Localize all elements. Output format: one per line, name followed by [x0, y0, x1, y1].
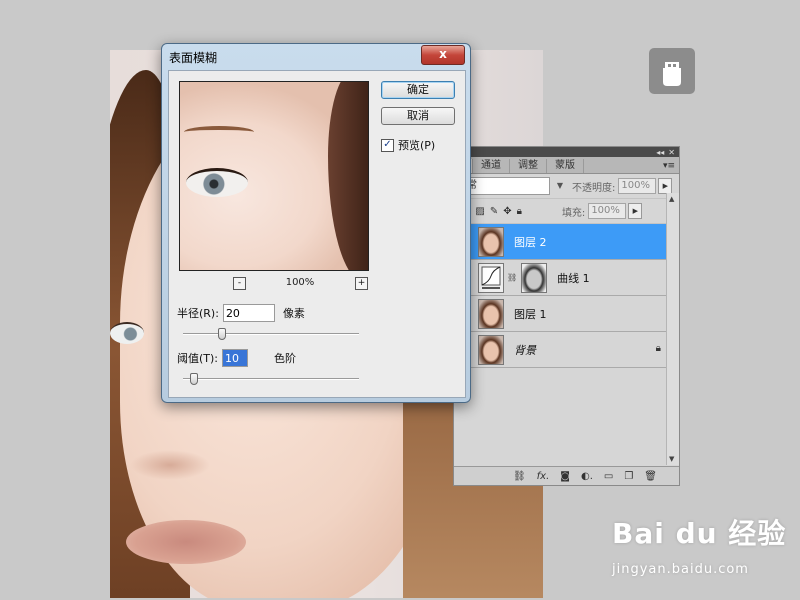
watermark-brand: Bai du 经验 [612, 517, 787, 550]
layer-row-background[interactable]: 背景 🔒︎ [454, 332, 679, 368]
preview-hair [328, 82, 368, 270]
layer-thumbnail [478, 334, 504, 365]
photo-lips [126, 520, 246, 564]
preview-checkbox[interactable]: ✓ 预览(P) [381, 137, 435, 153]
mask-icon[interactable]: ◙ [560, 471, 570, 482]
threshold-unit: 色阶 [274, 352, 297, 365]
layers-toolbar: ⛓ fx. ◙ ◐. ▭ ❐ 🗑︎ [454, 466, 679, 485]
cancel-button[interactable]: 取消 [381, 107, 455, 125]
radius-unit: 像素 [282, 307, 305, 320]
fill-arrow-icon[interactable]: ▶ [628, 203, 643, 219]
layers-scrollbar[interactable]: ▲ ▼ [666, 193, 679, 465]
usb-drive-icon[interactable] [649, 48, 695, 94]
layer-thumbnail [478, 226, 504, 257]
radius-slider[interactable] [183, 328, 359, 340]
tab-channels[interactable]: 通道 [473, 159, 510, 173]
opacity-label: 不透明度: [572, 182, 616, 194]
panel-tabs: 层 通道 调整 蒙版 ▾≡ [454, 157, 679, 174]
layer-name: 曲线 1 [557, 271, 590, 285]
baidu-watermark: Bai du 经验 jingyan.baidu.com [612, 512, 787, 577]
tab-masks[interactable]: 蒙版 [547, 159, 584, 173]
preview-pane[interactable] [179, 81, 369, 271]
radius-field: 半径(R): 像素 [177, 303, 305, 323]
ok-button[interactable]: 确定 [381, 81, 455, 99]
panel-header-bar: ◂◂ ✕ [454, 147, 679, 157]
dialog-titlebar[interactable]: 表面模糊 x [162, 44, 470, 68]
photo-nose-shadow [130, 450, 210, 480]
adjustment-icon[interactable]: ◐. [581, 471, 593, 482]
layer-name: 图层 1 [514, 307, 547, 321]
fill-label: 填充: [561, 207, 586, 219]
threshold-slider[interactable] [183, 373, 359, 385]
slider-track [183, 378, 359, 380]
layer-row-curves1[interactable]: ⛓ 曲线 1 [454, 260, 679, 296]
checkmark-icon[interactable]: ✓ [381, 138, 394, 152]
layer-name: 背景 [514, 343, 536, 357]
close-button[interactable]: x [421, 45, 465, 65]
fx-icon[interactable]: fx. [537, 471, 550, 482]
lock-all-icon[interactable]: 🔒︎ [517, 206, 522, 217]
threshold-label: 阈值(T): [177, 352, 219, 365]
chevron-down-icon: ▼ [556, 181, 563, 190]
zoom-value: 100% [285, 277, 315, 288]
threshold-field: 阈值(T): 色阶 [177, 348, 296, 368]
chain-icon[interactable]: ⛓ [507, 273, 517, 282]
zoom-out-button[interactable]: - [233, 277, 246, 290]
lock-row: 定: ▨ ✎ ✥ 🔒︎ 填充: 100% ▶ [454, 199, 679, 224]
lock-position-icon[interactable]: ✥ [503, 206, 511, 217]
dialog-body: - 100% + 确定 取消 ✓ 预览(P) 半径(R): 像素 阈值(T): … [168, 70, 466, 398]
lock-pixels-icon[interactable]: ✎ [490, 206, 498, 217]
layer-name: 图层 2 [514, 235, 547, 249]
lock-icon: 🔒︎ [655, 343, 661, 354]
preview-label: 预览(P) [398, 139, 436, 152]
scroll-down-icon[interactable]: ▼ [669, 455, 674, 463]
trash-icon[interactable]: 🗑︎ [644, 471, 657, 482]
photo-eye [110, 322, 144, 344]
collapse-icon[interactable]: ◂◂ [656, 148, 664, 157]
radius-slider-thumb[interactable] [218, 328, 227, 340]
layer-row-layer2[interactable]: 图层 2 [454, 224, 679, 260]
new-layer-icon[interactable]: ❐ [624, 471, 633, 482]
blend-row: 常 ▼ 不透明度: 100% ▶ [454, 174, 679, 199]
threshold-input[interactable] [222, 349, 249, 367]
preview-eye [186, 168, 248, 197]
blend-mode-select[interactable]: 常 ▼ [464, 177, 563, 195]
preview-brow [184, 126, 254, 138]
tab-adjustments[interactable]: 调整 [510, 159, 547, 173]
slider-track [183, 333, 359, 335]
surface-blur-dialog: 表面模糊 x - 100% + 确定 取消 ✓ 预览(P) 半径(R): 像素 [161, 43, 471, 403]
lock-transparency-icon[interactable]: ▨ [475, 206, 484, 217]
watermark-url: jingyan.baidu.com [612, 562, 749, 577]
opacity-arrow-icon[interactable]: ▶ [658, 178, 673, 194]
layer-row-layer1[interactable]: 图层 1 [454, 296, 679, 332]
opacity-input[interactable]: 100% [618, 178, 657, 194]
close-icon[interactable]: ✕ [668, 148, 675, 157]
layer-thumbnail [478, 298, 504, 329]
radius-input[interactable] [222, 304, 275, 322]
scroll-up-icon[interactable]: ▲ [669, 195, 674, 203]
layer-list: 图层 2 ⛓ 曲线 1 图层 1 背景 🔒︎ [454, 224, 679, 368]
layer-mask-thumbnail[interactable] [521, 262, 548, 293]
curves-adjustment-icon [478, 262, 504, 293]
zoom-in-button[interactable]: + [355, 277, 368, 290]
threshold-slider-thumb[interactable] [190, 373, 199, 385]
folder-icon[interactable]: ▭ [604, 471, 613, 482]
zoom-controls: - 100% + [225, 277, 368, 291]
fill-input[interactable]: 100% [588, 203, 627, 219]
panel-menu-icon[interactable]: ▾≡ [663, 161, 675, 171]
radius-label: 半径(R): [177, 307, 219, 320]
layers-panel: ◂◂ ✕ 层 通道 调整 蒙版 ▾≡ 常 ▼ 不透明度: 100% ▶ 定: ▨… [453, 146, 680, 486]
dialog-title: 表面模糊 [169, 51, 218, 65]
link-icon[interactable]: ⛓ [513, 471, 526, 482]
